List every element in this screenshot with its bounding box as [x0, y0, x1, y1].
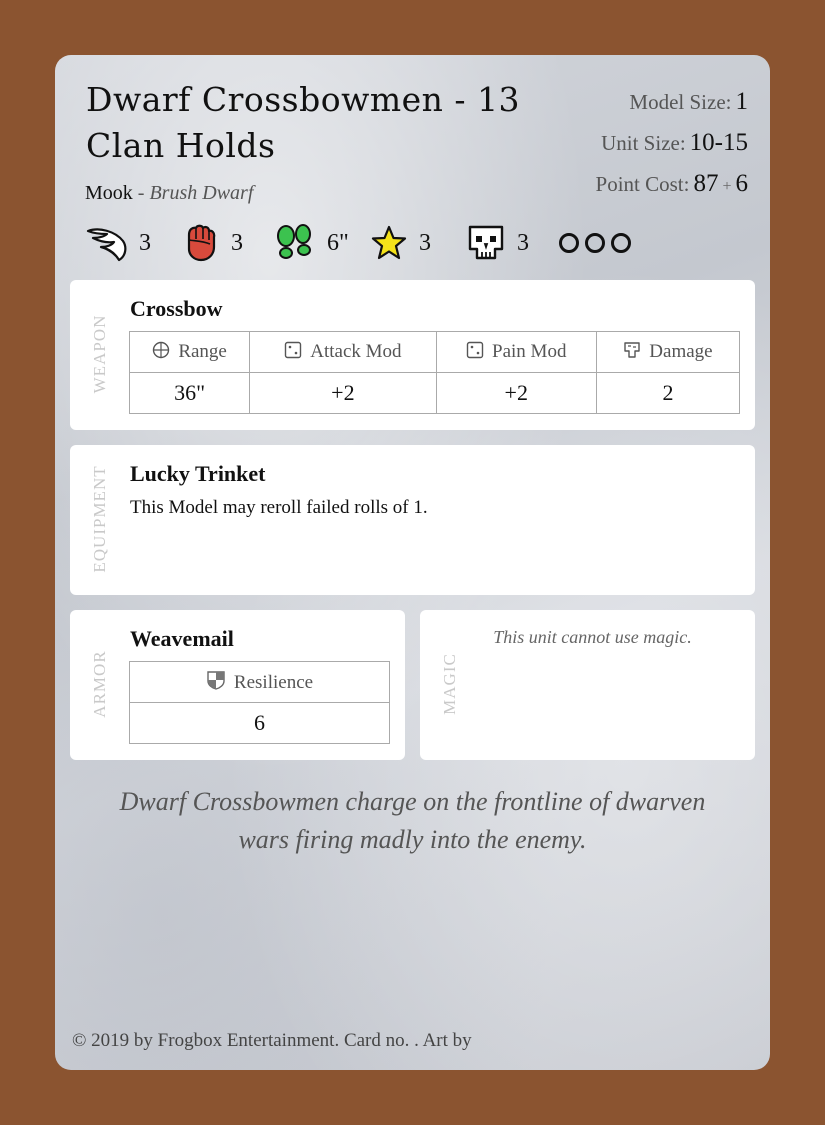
equipment-panel: EQUIPMENT Lucky Trinket This Model may r…	[70, 445, 755, 595]
equipment-name: Lucky Trinket	[130, 461, 266, 486]
table-value-row: 6	[129, 702, 390, 744]
attribute-morale: 3	[465, 221, 529, 265]
header-attack-mod: Attack Mod	[249, 331, 437, 373]
attribute-value: 3	[419, 229, 431, 256]
header-pain-mod: Pain Mod	[435, 331, 597, 373]
header-label: Damage	[649, 341, 713, 362]
die-icon	[285, 341, 302, 359]
card-title: Dwarf Crossbowmen - 13 Clan Holds	[86, 77, 546, 169]
point-cost-value: 87	[693, 170, 719, 197]
value-damage: 2	[595, 372, 741, 414]
model-size-value: 1	[735, 88, 749, 115]
attribute-speed: 3	[85, 221, 151, 265]
attribute-value: 3	[517, 229, 529, 256]
unit-race: Brush Dwarf	[149, 182, 254, 204]
attribute-row: 3 3 6" 3 3	[85, 221, 685, 265]
armor-stats-table: Resilience 6	[129, 661, 390, 744]
broken-shield-icon	[624, 342, 640, 358]
armor-name: Weavemail	[130, 626, 234, 651]
magic-text: This unit cannot use magic.	[493, 627, 692, 647]
die-icon	[466, 341, 484, 359]
weapon-name: Crossbow	[130, 296, 223, 321]
wound-circle[interactable]	[611, 233, 631, 253]
value-attack-mod: +2	[249, 372, 437, 414]
equipment-section-label: EQUIPMENT	[90, 465, 109, 573]
attribute-value: 6"	[327, 229, 349, 256]
skull-icon	[468, 225, 504, 260]
flavor-text: Dwarf Crossbowmen charge on the frontlin…	[55, 783, 770, 859]
star-icon	[371, 225, 407, 260]
model-size-label: Model Size:	[629, 90, 732, 114]
unit-card: Dwarf Crossbowmen - 13 Clan Holds Mook -…	[55, 55, 770, 1070]
copyright-footer: © 2019 by Frogbox Entertainment. Card no…	[72, 1030, 472, 1051]
attribute-value: 3	[139, 229, 151, 256]
table-header-row: Resilience	[129, 661, 390, 703]
card-title-line2: Clan Holds	[86, 126, 276, 165]
model-size-row: Model Size: 1	[596, 87, 748, 128]
shield-icon	[207, 671, 225, 690]
weapon-panel: WEAPON Crossbow Range Attack Mod Pain Mo…	[70, 280, 755, 430]
wound-circle[interactable]	[585, 233, 605, 253]
value-resilience: 6	[129, 702, 390, 744]
flavor-line-2: wars firing madly into the enemy.	[238, 825, 587, 854]
header-damage: Damage	[595, 331, 741, 373]
header-resilience: Resilience	[129, 661, 390, 703]
wing-icon	[86, 228, 127, 262]
magic-section-label: MAGIC	[440, 653, 459, 715]
header-label: Pain Mod	[492, 341, 567, 362]
magic-panel: MAGIC This unit cannot use magic.	[420, 610, 755, 760]
unit-type-line: Mook - Brush Dwarf	[85, 182, 253, 205]
point-cost-label: Point Cost:	[595, 172, 690, 196]
weapon-stats-table: Range Attack Mod Pain Mod Damage 36" +2 …	[128, 331, 741, 414]
attribute-strength: 3	[181, 221, 243, 265]
card-title-line1: Dwarf Crossbowmen - 13	[86, 80, 521, 119]
unit-size-row: Unit Size: 10-15	[596, 128, 748, 169]
unit-stats: Model Size: 1 Unit Size: 10-15 Point Cos…	[596, 87, 748, 210]
point-cost-extra: 6	[735, 170, 749, 197]
armor-panel: ARMOR Weavemail Resilience 6	[70, 610, 405, 760]
weapon-section-label: WEAPON	[90, 314, 109, 394]
unit-size-label: Unit Size:	[601, 131, 686, 155]
header-label: Range	[178, 341, 227, 362]
table-header-row: Range Attack Mod Pain Mod Damage	[128, 331, 741, 373]
point-cost-plus: +	[722, 178, 732, 195]
value-pain-mod: +2	[435, 372, 597, 414]
table-value-row: 36" +2 +2 2	[128, 372, 741, 414]
point-cost-row: Point Cost: 87 + 6	[596, 169, 748, 210]
equipment-description: This Model may reroll failed rolls of 1.	[130, 497, 428, 518]
footprints-icon	[277, 224, 311, 259]
wound-tracker	[559, 233, 637, 257]
header-label: Resilience	[233, 672, 314, 693]
wound-circle[interactable]	[559, 233, 579, 253]
fist-icon	[187, 224, 216, 262]
unit-type: Mook	[85, 182, 133, 204]
header-range: Range	[128, 331, 251, 373]
crosshair-icon	[153, 341, 170, 359]
attribute-command: 3	[369, 221, 431, 265]
flavor-line-1: Dwarf Crossbowmen charge on the frontlin…	[119, 787, 706, 816]
attribute-movement: 6"	[273, 221, 349, 265]
header-label: Attack Mod	[310, 341, 402, 362]
armor-section-label: ARMOR	[90, 650, 109, 718]
attribute-value: 3	[231, 229, 243, 256]
value-range: 36"	[128, 372, 251, 414]
unit-size-value: 10-15	[689, 129, 748, 156]
type-separator: -	[137, 182, 145, 204]
